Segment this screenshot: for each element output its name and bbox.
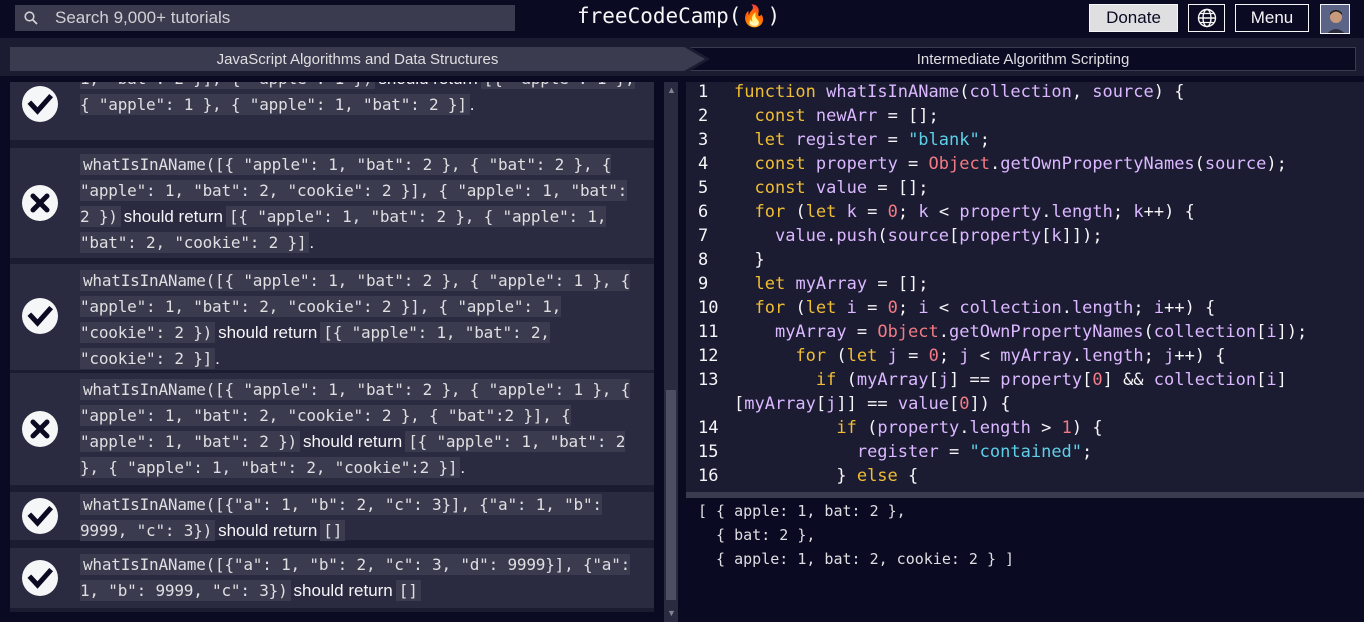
- should-return-text: should return: [293, 581, 393, 600]
- code-line[interactable]: for (let j = 0; j < myArray.length; j++)…: [734, 346, 1225, 366]
- line-number: 4: [698, 154, 709, 174]
- line-number: 10: [698, 298, 719, 318]
- line-number: 9: [698, 274, 709, 294]
- test-description: whatIsInAName([{ "apple": 1, "bat": 2 },…: [80, 377, 640, 481]
- x-circle-icon: [22, 411, 58, 447]
- code-line[interactable]: let register = "blank";: [734, 130, 989, 150]
- code-line[interactable]: function whatIsInAName(collection, sourc…: [734, 82, 1184, 102]
- test-description: whatIsInAName([{"a": 1, "b": 2, "c": 3, …: [80, 552, 640, 604]
- test-item: whatIsInAName([{"a": 1, "b": 2, "c": 3}]…: [10, 492, 654, 541]
- search-box[interactable]: [15, 5, 515, 31]
- line-number: 2: [698, 106, 709, 126]
- expected-result-code: []: [320, 520, 346, 541]
- scroll-down-arrow[interactable]: ▼: [667, 608, 676, 618]
- line-number: 12: [698, 346, 719, 366]
- line-number: 5: [698, 178, 709, 198]
- code-line[interactable]: const value = [];: [734, 178, 928, 198]
- test-item: whatIsInAName([{"a": 1, "b": 2, "c": 3, …: [10, 548, 654, 608]
- test-item: whatIsInAName([{ "apple": 1 }, { "apple"…: [10, 82, 654, 140]
- breadcrumb-section[interactable]: JavaScript Algorithms and Data Structure…: [10, 47, 705, 71]
- test-description: whatIsInAName([{"a": 1, "b": 2, "c": 3}]…: [80, 492, 640, 544]
- sentence-end: .: [460, 458, 466, 477]
- sentence-end: .: [469, 95, 475, 114]
- test-description: whatIsInAName([{ "apple": 1 }, { "apple"…: [80, 82, 640, 118]
- search-icon: [24, 11, 38, 25]
- test-description: whatIsInAName([{ "apple": 1, "bat": 2 },…: [80, 152, 640, 256]
- scroll-up-arrow[interactable]: ▲: [667, 85, 676, 95]
- globe-icon: [1197, 8, 1216, 28]
- breadcrumb: JavaScript Algorithms and Data Structure…: [0, 38, 1364, 76]
- expected-result-code: []: [395, 580, 421, 601]
- should-return-text: should return: [218, 323, 318, 342]
- code-line[interactable]: [myArray[j]] == value[0]) {: [734, 394, 1010, 414]
- output-console: [ { apple: 1, bat: 2 }, { bat: 2 }, { ap…: [686, 498, 1364, 622]
- test-description: whatIsInAName([{ "apple": 1, "bat": 2 },…: [80, 268, 640, 372]
- should-return-text: should return: [123, 207, 223, 226]
- search-input[interactable]: [55, 5, 510, 31]
- sentence-end: .: [309, 233, 315, 252]
- code-line[interactable]: } else {: [734, 466, 918, 486]
- console-line: { bat: 2 },: [698, 526, 816, 544]
- x-circle-icon: [22, 185, 58, 221]
- line-number: 14: [698, 418, 719, 438]
- code-line[interactable]: value.push(source[property[k]]);: [734, 226, 1103, 246]
- check-circle-icon: [22, 298, 58, 334]
- code-line[interactable]: if (myArray[j] == property[0] && collect…: [734, 370, 1287, 390]
- code-line[interactable]: }: [734, 250, 764, 270]
- code-line[interactable]: myArray = Object.getOwnPropertyNames(col…: [734, 322, 1307, 342]
- donate-button[interactable]: Donate: [1089, 4, 1178, 32]
- check-circle-icon: [22, 498, 58, 534]
- test-item: whatIsInAName([{ "apple": 1, "bat": 2 },…: [10, 373, 654, 485]
- test-results-pane: whatIsInAName([{ "apple": 1 }, { "apple"…: [10, 82, 654, 612]
- line-number: 11: [698, 322, 719, 342]
- code-line[interactable]: register = "contained";: [734, 442, 1092, 462]
- code-line[interactable]: for (let i = 0; i < collection.length; i…: [734, 298, 1215, 318]
- code-line[interactable]: const newArr = [];: [734, 106, 938, 126]
- language-button[interactable]: [1188, 4, 1225, 32]
- should-return-text: should return: [375, 82, 480, 88]
- should-return-text: should return: [218, 521, 318, 540]
- line-number: 6: [698, 202, 709, 222]
- sentence-end: .: [215, 349, 220, 368]
- should-return-text: should return: [302, 432, 403, 451]
- avatar[interactable]: [1320, 4, 1350, 34]
- breadcrumb-subsection[interactable]: Intermediate Algorithm Scripting: [690, 47, 1356, 71]
- code-line[interactable]: let myArray = [];: [734, 274, 928, 294]
- console-line: { apple: 1, bat: 2, cookie: 2 } ]: [698, 550, 1015, 568]
- line-number: 16: [698, 466, 719, 486]
- console-line: [ { apple: 1, bat: 2 },: [698, 502, 906, 520]
- check-circle-icon: [22, 86, 58, 122]
- code-line[interactable]: for (let k = 0; k < property.length; k++…: [734, 202, 1194, 222]
- line-number: 13: [698, 370, 719, 390]
- line-number: 3: [698, 130, 709, 150]
- line-number: 8: [698, 250, 709, 270]
- code-editor[interactable]: 1 2 3 4 5 6 7 8 9 10 11 12 13 14 15 16 function whatIsI…: [686, 82, 1364, 492]
- menu-button[interactable]: Menu: [1235, 4, 1309, 32]
- code-line[interactable]: const property = Object.getOwnPropertyNa…: [734, 154, 1286, 174]
- line-number: 7: [698, 226, 709, 246]
- check-circle-icon: [22, 560, 58, 596]
- navbar: freeCodeCamp(🔥) Donate Menu: [0, 0, 1364, 38]
- user-avatar-icon: [1321, 5, 1349, 33]
- code-line[interactable]: if (property.length > 1) {: [734, 418, 1102, 438]
- test-item: whatIsInAName([{ "apple": 1, "bat": 2 },…: [10, 264, 654, 370]
- line-number: 15: [698, 442, 719, 462]
- test-item: whatIsInAName([{ "apple": 1, "bat": 2 },…: [10, 148, 654, 258]
- brand-logo[interactable]: freeCodeCamp(🔥): [577, 4, 780, 29]
- scroll-thumb[interactable]: [666, 390, 676, 600]
- line-number: 1: [698, 82, 709, 102]
